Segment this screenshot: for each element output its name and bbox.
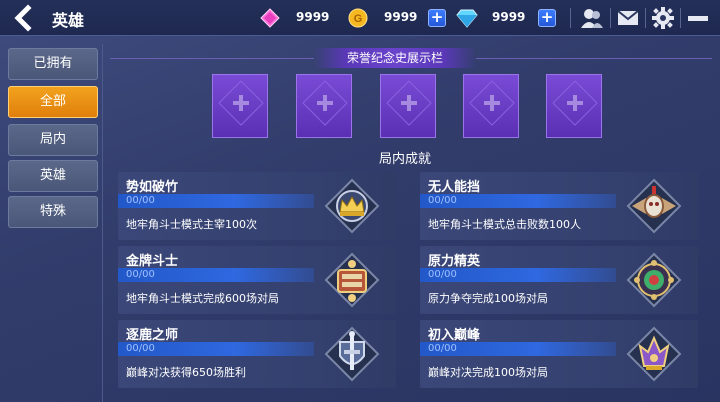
sidebar-divider (102, 44, 103, 402)
top-bar: 英雄 9999 G 9999 + 9999 + (0, 0, 720, 36)
achievement-desc: 地牢角斗士模式总击败数100人 (428, 218, 581, 231)
achievement-card[interactable]: 无人能挡 00/00 地牢角斗士模式总击败数100人 (420, 172, 698, 240)
settings-gear-icon[interactable] (651, 6, 675, 30)
svg-text:G: G (354, 13, 363, 25)
showcase-title: 荣誉纪念史展示栏 (314, 48, 476, 68)
sidebar-item-all[interactable]: 全部 (8, 86, 98, 118)
friends-icon[interactable] (580, 6, 604, 30)
currency-gold-coin: G 9999 + (348, 6, 448, 30)
achievement-title: 势如破竹 (126, 180, 179, 195)
achievement-desc: 巅峰对决获得650场胜利 (126, 366, 246, 379)
force-elite-badge-icon (626, 252, 682, 308)
divider (570, 8, 571, 28)
pink-gem-icon (260, 8, 280, 28)
mail-icon[interactable] (616, 6, 640, 30)
achievement-progress: 00/00 (126, 195, 155, 206)
add-plus-icon (552, 80, 598, 126)
showcase-slot[interactable] (463, 74, 519, 138)
achievement-progress: 00/00 (428, 269, 457, 280)
divider (680, 8, 681, 28)
currency-blue-diamond: 9999 + (456, 6, 560, 30)
achievement-card[interactable]: 金牌斗士 00/00 地牢角斗士模式完成600场对局 (118, 246, 396, 314)
gold-coin-count: 9999 (384, 10, 418, 24)
achievement-card[interactable]: 初入巅峰 00/00 巅峰对决完成100场对局 (420, 320, 698, 388)
back-arrow-icon[interactable] (10, 4, 38, 32)
gold-fighter-badge-icon (324, 252, 380, 308)
achievement-desc: 地牢角斗士模式主宰100次 (126, 218, 257, 231)
divider (610, 8, 611, 28)
showcase-slot[interactable] (212, 74, 268, 138)
showcase-slot[interactable] (296, 74, 352, 138)
peak-badge-icon (626, 326, 682, 382)
page-title: 英雄 (52, 11, 85, 30)
add-plus-icon (469, 80, 515, 126)
achievement-desc: 巅峰对决完成100场对局 (428, 366, 548, 379)
achievement-progress: 00/00 (126, 343, 155, 354)
gold-coin-icon: G (348, 8, 368, 28)
achievement-progress: 00/00 (428, 195, 457, 206)
achievement-card[interactable]: 势如破竹 00/00 地牢角斗士模式主宰100次 (118, 172, 396, 240)
add-plus-icon (218, 80, 264, 126)
pink-gem-count: 9999 (296, 10, 330, 24)
sidebar-item-special[interactable]: 特殊 (8, 196, 98, 228)
add-diamond-button[interactable]: + (538, 9, 556, 27)
sidebar-item-owned[interactable]: 已拥有 (8, 48, 98, 80)
winged-skull-badge-icon (626, 178, 682, 234)
menu-icon[interactable] (686, 6, 710, 30)
achievement-card[interactable]: 逐鹿之师 00/00 巅峰对决获得650场胜利 (118, 320, 396, 388)
section-title: 局内成就 (378, 152, 431, 167)
achievement-progress: 00/00 (428, 343, 457, 354)
achievement-desc: 原力争夺完成100场对局 (428, 292, 548, 305)
achievement-title: 无人能挡 (428, 180, 481, 195)
add-plus-icon (386, 80, 432, 126)
currency-pink-gem: 9999 (260, 6, 350, 30)
blue-diamond-count: 9999 (492, 10, 526, 24)
add-gold-button[interactable]: + (428, 9, 446, 27)
showcase-slot[interactable] (380, 74, 436, 138)
sidebar-item-hero[interactable]: 英雄 (8, 160, 98, 192)
achievement-progress: 00/00 (126, 269, 155, 280)
achievement-desc: 地牢角斗士模式完成600场对局 (126, 292, 279, 305)
achievement-title: 原力精英 (428, 254, 481, 269)
sword-shield-badge-icon (324, 326, 380, 382)
sidebar-item-in-game[interactable]: 局内 (8, 124, 98, 156)
showcase-slot[interactable] (546, 74, 602, 138)
achievement-title: 初入巅峰 (428, 328, 481, 343)
divider (645, 8, 646, 28)
blue-diamond-icon (456, 8, 478, 28)
crown-badge-icon (324, 178, 380, 234)
achievement-card[interactable]: 原力精英 00/00 原力争夺完成100场对局 (420, 246, 698, 314)
banner-line-right (476, 58, 712, 59)
achievement-title: 逐鹿之师 (126, 328, 179, 343)
banner-line-left (110, 58, 314, 59)
achievement-title: 金牌斗士 (126, 254, 179, 269)
add-plus-icon (302, 80, 348, 126)
